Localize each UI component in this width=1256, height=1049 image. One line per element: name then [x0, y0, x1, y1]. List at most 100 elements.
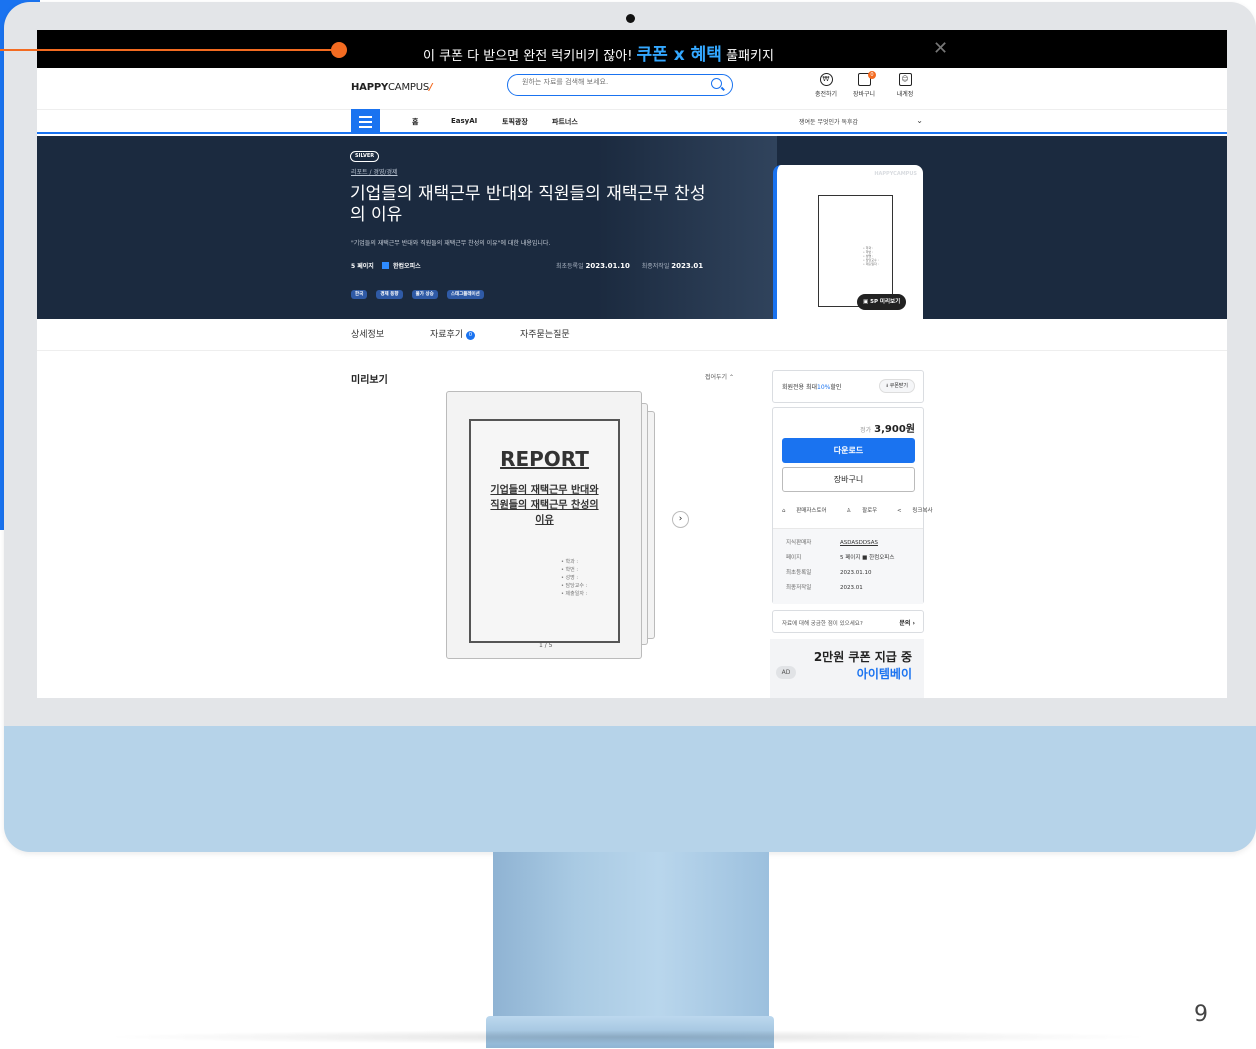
search-icon[interactable]: [711, 78, 722, 89]
search-input[interactable]: [522, 78, 692, 86]
nav-item-easyai[interactable]: EasyAI: [451, 117, 477, 125]
close-icon[interactable]: ✕: [933, 38, 948, 59]
document-viewer[interactable]: REPORT 기업들의 재택근무 반대와 직원들의 재택근무 찬성의 이유 • …: [446, 391, 642, 659]
main-nav: 홈 EasyAI 토픽광장 파트너스 쟁여둔 무엇인가 독후감 ⌄: [37, 109, 1227, 134]
grade-badge: SILVER: [350, 151, 380, 162]
tab-faq[interactable]: 자주묻는질문: [520, 327, 570, 340]
tag[interactable]: 물가 상승: [411, 290, 438, 299]
page-description: "기업들의 재택근무 반대와 직원들의 재택근무 찬성의 이유"에 대한 내용입…: [351, 240, 551, 247]
tab-reviews[interactable]: 자료후기 0: [430, 327, 475, 340]
info-key: 최초등록일: [786, 570, 812, 576]
coupon-button[interactable]: ⭳ 쿠폰받기: [879, 379, 915, 393]
coupon-percent: 10%: [817, 384, 831, 391]
inquiry-button[interactable]: 문의 ›: [899, 618, 915, 627]
copy-link-label: 링크복사: [912, 508, 933, 514]
first-reg-label: 최초등록일: [556, 263, 584, 270]
account-label: 내계정: [896, 91, 914, 98]
tag[interactable]: 한국: [351, 290, 368, 299]
purchase-box: 정가 3,900원 다운로드 장바구니 ⌂ 판매자스토어 ♙ 팔로우 < 링크복사…: [772, 407, 933, 604]
inquiry-text: 자료에 대해 궁금한 점이 있으세요?: [782, 621, 863, 627]
banner-text: 이 쿠폰 다 받으면 완전 럭키비키 잖아! 쿠폰 x 혜택 풀패키지: [423, 40, 774, 65]
info-key: 페이지: [786, 555, 802, 561]
preview-title: 미리보기: [351, 375, 388, 386]
thumb-paper: REPORT 기업들의 재택근무 반대와 직원들의 재택근무 찬성의 이유 • …: [818, 195, 893, 307]
next-page-button[interactable]: ›: [672, 511, 689, 528]
monitor-stand: [493, 852, 769, 1030]
info-value: 2023.01: [840, 585, 863, 591]
nav-item-topic[interactable]: 토픽광장: [502, 117, 528, 127]
tag[interactable]: 경제 동향: [376, 290, 403, 299]
price: 정가 3,900원: [860, 420, 915, 435]
price-value: 3,900원: [874, 424, 915, 435]
last-write-label: 최종저작일: [641, 263, 670, 270]
ad-headline: 2만원 쿠폰 지급 중: [813, 650, 912, 664]
nav-select-text: 쟁여둔 무엇인가 독후감: [799, 119, 859, 126]
nav-item-partners[interactable]: 파트너스: [552, 117, 578, 127]
coupon-text-lead: 회원전용 최대: [782, 384, 818, 391]
ad-tag: AD: [776, 666, 796, 679]
hero-glow: [597, 136, 777, 319]
info-value: 5 페이지 ■ 한컴오피스: [840, 555, 895, 561]
logo-light: CAMPUS: [388, 82, 429, 93]
nav-select[interactable]: 쟁여둔 무엇인가 독후감 ⌄: [799, 116, 923, 126]
monitor: 이 쿠폰 다 받으면 완전 럭키비키 잖아! 쿠폰 x 혜택 풀패키지 ✕ HA…: [4, 2, 1256, 852]
nav-item-home[interactable]: 홈: [412, 117, 418, 127]
charge-button[interactable]: ₩ 충전하기: [808, 73, 844, 98]
coupon-box: 회원전용 최대10%할인 ⭳ 쿠폰받기: [772, 370, 924, 403]
thumb-brand: HAPPYCAMPUS: [874, 171, 917, 177]
doc-dates: 최초등록일 2023.01.10 최종저작일 2023.01: [556, 261, 713, 270]
callout-dot: [331, 42, 347, 58]
charge-label: 충전하기: [814, 91, 838, 98]
document-bullets: • 학과 : • 학번 : • 성명 : • 담당교수 : • 제출일자 :: [561, 559, 588, 597]
account-button[interactable]: ☺ 내계정: [887, 73, 923, 98]
seller-store-label: 판매자스토어: [796, 508, 827, 514]
preview-label: 5P 미리보기: [870, 299, 901, 305]
collapse-button[interactable]: 접어두기 ⌃: [705, 372, 734, 381]
store-icon: ⌂: [782, 508, 788, 514]
info-row: 페이지 5 페이지 ■ 한컴오피스: [786, 553, 923, 568]
thumb-bullets: • 학과 : • 학번 : • 성명 : • 담당교수 : • 제출일자 :: [863, 246, 879, 266]
follow-label: 팔로우: [862, 508, 878, 514]
info-row: 최종저작일 2023.01: [786, 583, 923, 598]
download-button[interactable]: 다운로드: [782, 438, 915, 463]
callout-line: [0, 49, 338, 51]
copy-link-button[interactable]: < 링크복사: [897, 508, 942, 514]
document-thumbnail[interactable]: HAPPYCAMPUS REPORT 기업들의 재택근무 반대와 직원들의 재택…: [773, 165, 923, 319]
site-header: HAPPYCAMPUS/ ₩ 충전하기 0 장바구니 ☺ 내계정: [37, 68, 1227, 110]
doc-title-line-2: 직원들의 재택근무 찬성의: [490, 500, 599, 511]
coupon-text-tail: 할인: [830, 384, 842, 391]
page-stack-back: [647, 411, 655, 639]
seller-store-link[interactable]: ⌂ 판매자스토어: [782, 508, 836, 514]
cart-header-button[interactable]: 0 장바구니: [846, 71, 882, 98]
logo[interactable]: HAPPYCAMPUS/: [351, 82, 433, 93]
review-count-badge: 0: [466, 331, 475, 340]
camera-dot: [626, 14, 635, 23]
coupon-text: 회원전용 최대10%할인: [782, 382, 841, 391]
browser-screen: 이 쿠폰 다 받으면 완전 럭키비키 잖아! 쿠폰 x 혜택 풀패키지 ✕ HA…: [37, 30, 1227, 698]
user-icon: ♙: [846, 508, 854, 514]
ad-banner[interactable]: AD 2만원 쿠폰 지급 중 아이템베이: [770, 639, 924, 698]
doc-title-line-3: 이유: [535, 515, 554, 526]
charge-icon: ₩: [819, 73, 833, 86]
first-reg-value: 2023.01.10: [585, 262, 630, 270]
info-row: 지식판매자 ASDASDDSAS: [786, 538, 923, 553]
thumb-report-title: REPORT: [835, 208, 876, 218]
account-icon: ☺: [898, 73, 912, 86]
logo-bold: HAPPY: [351, 82, 389, 93]
logo-mark: /: [428, 82, 433, 93]
seller-name-link[interactable]: ASDASDDSAS: [840, 540, 878, 546]
coupon-button-label: 쿠폰받기: [889, 383, 908, 389]
follow-button[interactable]: ♙ 팔로우: [846, 508, 886, 514]
page-title: 기업들의 재택근무 반대와 직원들의 재택근무 찬성의 이유: [350, 184, 706, 225]
preview-button[interactable]: ▣ 5P 미리보기: [857, 294, 907, 310]
cart-label: 장바구니: [852, 91, 876, 98]
info-value: 2023.01.10: [840, 570, 872, 576]
tab-detail[interactable]: 상세정보: [351, 327, 384, 340]
add-to-cart-button[interactable]: 장바구니: [782, 467, 915, 492]
tag[interactable]: 스태그플레이션: [446, 290, 484, 299]
tag-list: 한국 경제 동향 물가 상승 스태그플레이션: [351, 280, 488, 299]
breadcrumb[interactable]: 리포트 / 경영/경제: [351, 167, 398, 176]
thumb-doc-title: 기업들의 재택근무 반대와 직원들의 재택근무 찬성의 이유: [819, 220, 892, 231]
hamburger-menu-icon[interactable]: [351, 109, 380, 134]
tab-reviews-label: 자료후기: [430, 330, 464, 340]
